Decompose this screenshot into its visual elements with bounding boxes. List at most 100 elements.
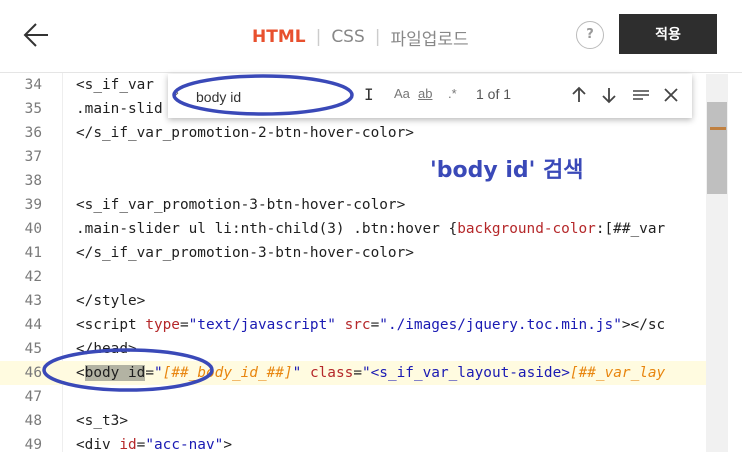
code-line[interactable]: 43 </style> xyxy=(0,289,706,313)
find-in-selection-icon[interactable] xyxy=(632,85,650,105)
code-token: <s_if_var_promotion-3-btn-hover-color> xyxy=(76,197,406,213)
find-widget: › I Aa ab .* 1 of 1 xyxy=(168,74,692,118)
line-number: 45 xyxy=(24,341,42,357)
line-number: 47 xyxy=(24,389,42,405)
line-number: 49 xyxy=(24,437,42,453)
apply-button[interactable]: 적용 xyxy=(619,14,717,54)
code-editor[interactable]: 34<s_if_var35.main-slid {background-colo… xyxy=(0,73,742,453)
line-number: 43 xyxy=(24,293,42,309)
code-token: :[##_var xyxy=(595,221,666,237)
code-token: "<s_if_var_layout-aside> xyxy=(361,365,570,381)
code-token: " xyxy=(154,365,163,381)
code-token: id xyxy=(119,437,137,453)
line-code: .main-slider ul li:nth-child(3) .btn:hov… xyxy=(76,217,665,241)
line-number: 36 xyxy=(24,125,42,141)
code-line[interactable]: 37 xyxy=(0,145,706,169)
search-match-marker xyxy=(710,127,726,130)
search-match-highlight: body id xyxy=(84,365,146,381)
line-code: <s_if_var_promotion-3-btn-hover-color> xyxy=(76,193,405,217)
tab-divider: | xyxy=(315,27,322,47)
editor-header: HTML | CSS | 파일업로드 ? 적용 xyxy=(0,0,742,73)
code-line[interactable]: 40 .main-slider ul li:nth-child(3) .btn:h… xyxy=(0,217,706,241)
line-number: 48 xyxy=(24,413,42,429)
vertical-scrollbar[interactable] xyxy=(706,74,728,452)
line-code: <script type="text/javascript" src="./im… xyxy=(76,313,665,337)
code-token: </s_if_var_promotion-2-btn-hover-color> xyxy=(76,125,414,141)
code-token: = xyxy=(370,317,380,333)
line-number: 40 xyxy=(24,221,42,237)
toggle-replace-button[interactable]: › xyxy=(174,86,190,104)
line-code: <body id="[##_body_id_##]" class="<s_if_… xyxy=(76,361,665,385)
code-token: <s_t3> xyxy=(76,413,128,429)
code-token: background-color xyxy=(457,221,596,237)
code-token: ></sc xyxy=(621,317,666,333)
tab-file-upload[interactable]: 파일업로드 xyxy=(391,25,469,50)
tab-css[interactable]: CSS xyxy=(331,27,364,47)
scrollbar-thumb[interactable] xyxy=(707,102,727,194)
code-line[interactable]: 41 </s_if_var_promotion-3-btn-hover-color… xyxy=(0,241,706,265)
annotation-callout: 'body id' 검색 xyxy=(430,158,584,183)
code-token: "./images/jquery.toc.min.js" xyxy=(379,317,622,333)
code-line[interactable]: 42 xyxy=(0,265,706,289)
line-code: <s_t3> xyxy=(76,409,128,433)
code-token: <div xyxy=(76,437,120,453)
code-token: </s_if_var_promotion-3-btn-hover-color> xyxy=(76,245,414,261)
back-button[interactable] xyxy=(22,20,52,50)
code-token: [##_var_lay xyxy=(569,365,666,381)
line-number: 44 xyxy=(24,317,42,333)
line-code: <div id="acc-nav"> xyxy=(76,433,232,457)
close-icon[interactable] xyxy=(662,85,680,105)
line-number: 39 xyxy=(24,197,42,213)
code-token: = xyxy=(353,365,362,381)
tab-divider: | xyxy=(374,27,381,47)
code-token: </head> xyxy=(76,341,137,357)
code-token: < xyxy=(76,365,85,381)
code-token: = xyxy=(145,365,154,381)
tab-html[interactable]: HTML xyxy=(252,27,306,47)
code-token: <script xyxy=(76,317,146,333)
line-code: <s_if_var xyxy=(76,73,154,97)
help-button[interactable]: ? xyxy=(576,21,604,49)
line-code: </s_if_var_promotion-2-btn-hover-color> xyxy=(76,121,414,145)
code-token: [##_body_id_##] xyxy=(162,365,293,381)
code-token: "text/javascript" xyxy=(188,317,336,333)
code-token: <s_if_var xyxy=(76,77,154,93)
code-line[interactable]: 44 <script type="text/javascript" src="./… xyxy=(0,313,706,337)
code-line[interactable]: 36 </s_if_var_promotion-2-btn-hover-color… xyxy=(0,121,706,145)
text-cursor-icon: I xyxy=(364,85,374,104)
code-token: </style> xyxy=(76,293,146,309)
line-number: 38 xyxy=(24,173,42,189)
code-token: class xyxy=(309,365,354,381)
tab-bar: HTML | CSS | 파일업로드 xyxy=(252,24,469,50)
code-line[interactable]: 38 xyxy=(0,169,706,193)
code-line[interactable]: 48 <s_t3> xyxy=(0,409,706,433)
code-line[interactable]: 49 <div id="acc-nav"> xyxy=(0,433,706,457)
line-number: 37 xyxy=(24,149,42,165)
use-regex-button[interactable]: .* xyxy=(448,86,457,101)
arrow-up-icon[interactable] xyxy=(570,85,588,105)
line-number: 34 xyxy=(24,77,42,93)
code-line[interactable]: 47 xyxy=(0,385,706,409)
code-token: " xyxy=(292,365,302,381)
code-line[interactable]: 46 <body id="[##_body_id_##]" class="<s_i… xyxy=(0,361,706,385)
code-token: .main-slider ul li:nth-child(3) .btn:hov… xyxy=(76,221,458,237)
line-number: 42 xyxy=(24,269,42,285)
line-code: </head> xyxy=(76,337,137,361)
code-token: = xyxy=(179,317,189,333)
code-line[interactable]: 45 </head> xyxy=(0,337,706,361)
match-whole-word-button[interactable]: ab xyxy=(418,86,432,101)
match-case-button[interactable]: Aa xyxy=(394,86,410,101)
line-code: </s_if_var_promotion-3-btn-hover-color> xyxy=(76,241,414,265)
code-token: .main-slid xyxy=(76,101,163,117)
code-line[interactable]: 39 <s_if_var_promotion-3-btn-hover-color> xyxy=(0,193,706,217)
line-code: </style> xyxy=(76,289,145,313)
code-token: "acc-nav" xyxy=(145,437,224,453)
code-token: type xyxy=(145,317,180,333)
match-count: 1 of 1 xyxy=(476,86,512,102)
arrow-down-icon[interactable] xyxy=(600,85,618,105)
code-token: src xyxy=(344,317,371,333)
line-number: 46 xyxy=(24,365,42,381)
line-number: 35 xyxy=(24,101,42,117)
